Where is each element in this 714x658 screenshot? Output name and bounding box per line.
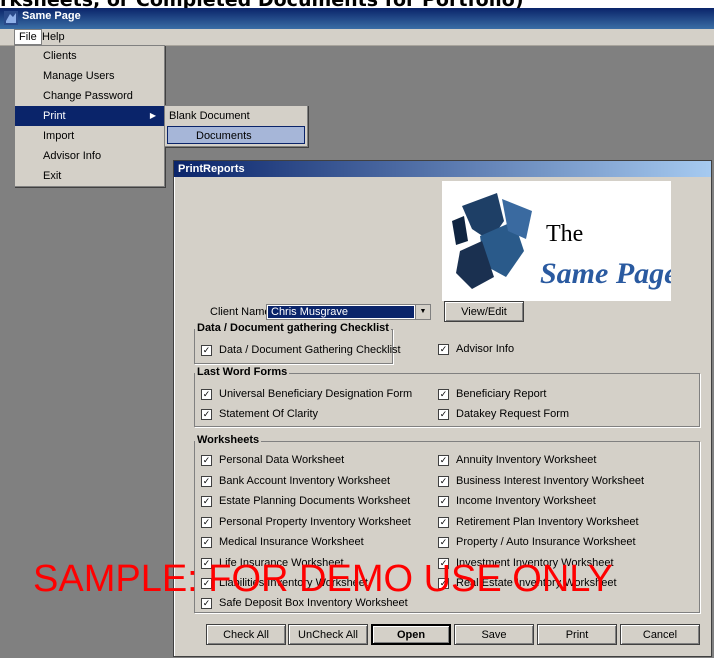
check-icon: ✓ — [201, 476, 212, 487]
cancel-button[interactable]: Cancel — [620, 624, 700, 645]
checkbox-income[interactable]: ✓ Income Inventory Worksheet — [438, 493, 596, 509]
checkbox-bank-account[interactable]: ✓ Bank Account Inventory Worksheet — [201, 473, 390, 489]
window-title: Same Page — [22, 10, 81, 22]
checkbox-property-auto[interactable]: ✓ Property / Auto Insurance Worksheet — [438, 534, 636, 550]
menu-item-blank-document[interactable]: Blank Document — [141, 106, 283, 126]
checkbox-medical-insurance[interactable]: ✓ Medical Insurance Worksheet — [201, 534, 364, 550]
check-icon: ✓ — [438, 389, 449, 400]
check-icon: ✓ — [438, 476, 449, 487]
chevron-down-icon[interactable]: ▼ — [415, 305, 430, 319]
checkbox-beneficiary-report[interactable]: ✓ Beneficiary Report — [438, 386, 547, 402]
checkbox-personal-data[interactable]: ✓ Personal Data Worksheet — [201, 452, 344, 468]
dialog-title: PrintReports — [174, 161, 711, 177]
checkbox-datakey-request[interactable]: ✓ Datakey Request Form — [438, 406, 569, 422]
check-icon: ✓ — [438, 455, 449, 466]
save-button[interactable]: Save — [454, 624, 534, 645]
check-icon: ✓ — [438, 409, 449, 420]
check-icon: ✓ — [438, 517, 449, 528]
group-worksheets-label: Worksheets — [195, 434, 262, 446]
documents-label: Documents — [196, 130, 252, 142]
checkbox-annuity[interactable]: ✓ Annuity Inventory Worksheet — [438, 452, 596, 468]
menu-help[interactable]: Help — [38, 30, 69, 44]
open-button[interactable]: Open — [371, 624, 451, 645]
check-icon: ✓ — [201, 496, 212, 507]
same-page-logo: The Same Page — [442, 181, 677, 301]
group-last-word-forms: Last Word Forms ✓ Universal Beneficiary … — [194, 366, 700, 427]
checkbox-retirement-plan[interactable]: ✓ Retirement Plan Inventory Worksheet — [438, 514, 639, 530]
print-submenu: Blank Document Documents — [164, 105, 308, 147]
client-name-value: Chris Musgrave — [268, 306, 414, 318]
check-icon: ✓ — [438, 537, 449, 548]
hands-icon — [452, 193, 532, 289]
client-name-select[interactable]: Chris Musgrave ▼ — [266, 304, 431, 320]
menu-item-clients[interactable]: Clients — [15, 46, 164, 66]
uncheck-all-button[interactable]: UnCheck All — [288, 624, 368, 645]
checkbox-advisor-info[interactable]: ✓ Advisor Info — [438, 341, 514, 357]
same-page-logo-image: The Same Page — [452, 193, 677, 290]
group-last-word-label: Last Word Forms — [195, 366, 290, 378]
check-icon: ✓ — [201, 389, 212, 400]
logo-text-same-page: Same Page — [540, 257, 671, 290]
menu-item-print-label: Print — [43, 110, 66, 122]
checkbox-personal-property[interactable]: ✓ Personal Property Inventory Worksheet — [201, 514, 411, 530]
checkbox-data-gathering-checklist[interactable]: ✓ Data / Document Gathering Checklist — [201, 342, 401, 358]
sample-watermark: SAMPLE: FOR DEMO USE ONLY — [33, 558, 613, 600]
logo-text-the: The — [546, 221, 583, 247]
check-icon: ✓ — [201, 409, 212, 420]
menu-item-change-password[interactable]: Change Password — [15, 86, 164, 106]
group-data-gathering-label: Data / Document gathering Checklist — [195, 322, 391, 334]
check-icon: ✓ — [201, 517, 212, 528]
check-icon: ✓ — [201, 537, 212, 548]
menu-item-import[interactable]: Import — [15, 126, 164, 146]
check-all-button[interactable]: Check All — [206, 624, 286, 645]
check-icon: ✓ — [438, 344, 449, 355]
menu-item-advisor-info[interactable]: Advisor Info — [15, 146, 164, 166]
menu-item-manage-users[interactable]: Manage Users — [15, 66, 164, 86]
print-button[interactable]: Print — [537, 624, 617, 645]
checkbox-statement-of-clarity[interactable]: ✓ Statement Of Clarity — [201, 406, 318, 422]
checkbox-universal-beneficiary[interactable]: ✓ Universal Beneficiary Designation Form — [201, 386, 412, 402]
window-titlebar: Same Page — [0, 8, 714, 29]
menubar: File Help — [0, 29, 714, 46]
check-icon: ✓ — [438, 496, 449, 507]
menu-item-documents[interactable]: Documents — [167, 126, 305, 144]
group-data-gathering: Data / Document gathering Checklist ✓ Da… — [194, 322, 401, 364]
checkbox-estate-planning[interactable]: ✓ Estate Planning Documents Worksheet — [201, 493, 410, 509]
check-icon: ✓ — [201, 455, 212, 466]
client-name-label: Client Name: — [210, 306, 274, 318]
app-icon — [4, 11, 18, 25]
checkbox-business-interest[interactable]: ✓ Business Interest Inventory Worksheet — [438, 473, 644, 489]
menu-item-exit[interactable]: Exit — [15, 166, 164, 186]
blank-document-label: Blank Document — [169, 110, 250, 122]
view-edit-button[interactable]: View/Edit — [444, 301, 524, 322]
check-icon: ✓ — [201, 345, 212, 356]
